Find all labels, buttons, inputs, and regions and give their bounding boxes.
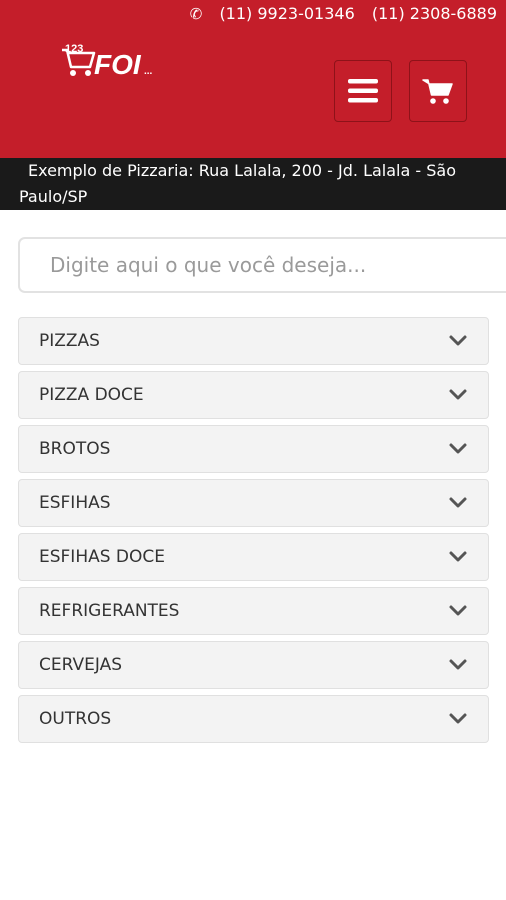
shopping-cart-icon <box>422 79 453 104</box>
category-cervejas[interactable]: CERVEJAS <box>18 641 489 689</box>
category-label: BROTOS <box>39 439 111 459</box>
category-label: ESFIHAS DOCE <box>39 547 166 567</box>
category-brotos[interactable]: BROTOS <box>18 425 489 473</box>
phone-icon: ✆ <box>189 5 203 23</box>
chevron-down-icon <box>449 551 467 562</box>
phone-numbers: ✆ (11) 9923-01346 (11) 2308-6889 <box>190 4 497 23</box>
category-refrigerantes[interactable]: REFRIGERANTES <box>18 587 489 635</box>
category-esfihas[interactable]: ESFIHAS <box>18 479 489 527</box>
chevron-down-icon <box>449 713 467 724</box>
chevron-down-icon <box>449 659 467 670</box>
category-pizzas[interactable]: PIZZAS <box>18 317 489 365</box>
category-pizza-doce[interactable]: PIZZA DOCE <box>18 371 489 419</box>
chevron-down-icon <box>449 605 467 616</box>
category-label: PIZZAS <box>39 331 100 351</box>
category-label: CERVEJAS <box>39 655 122 675</box>
category-label: OUTROS <box>39 709 112 729</box>
cart-button[interactable] <box>409 60 467 122</box>
chevron-down-icon <box>449 497 467 508</box>
svg-text:...: ... <box>144 66 153 77</box>
search-box[interactable] <box>18 237 506 293</box>
store-address: Exemplo de Pizzaria: Rua Lalala, 200 - J… <box>0 158 506 210</box>
menu-button[interactable] <box>334 60 392 122</box>
category-label: REFRIGERANTES <box>39 601 180 621</box>
hamburger-menu-icon <box>348 79 378 103</box>
phone-number-1[interactable]: (11) 9923-01346 <box>219 4 354 23</box>
category-label: PIZZA DOCE <box>39 385 144 405</box>
chevron-down-icon <box>449 443 467 454</box>
chevron-down-icon <box>449 389 467 400</box>
chevron-down-icon <box>449 335 467 346</box>
category-outros[interactable]: OUTROS <box>18 695 489 743</box>
phone-number-2[interactable]: (11) 2308-6889 <box>372 4 497 23</box>
search-input[interactable] <box>20 239 506 291</box>
category-esfihas-doce[interactable]: ESFIHAS DOCE <box>18 533 489 581</box>
svg-text:123: 123 <box>65 43 83 55</box>
category-label: ESFIHAS <box>39 493 111 513</box>
logo[interactable]: 123 FOI ... <box>60 40 160 80</box>
header: ✆ (11) 9923-01346 (11) 2308-6889 123 FOI… <box>0 0 506 158</box>
svg-text:FOI: FOI <box>94 49 142 80</box>
